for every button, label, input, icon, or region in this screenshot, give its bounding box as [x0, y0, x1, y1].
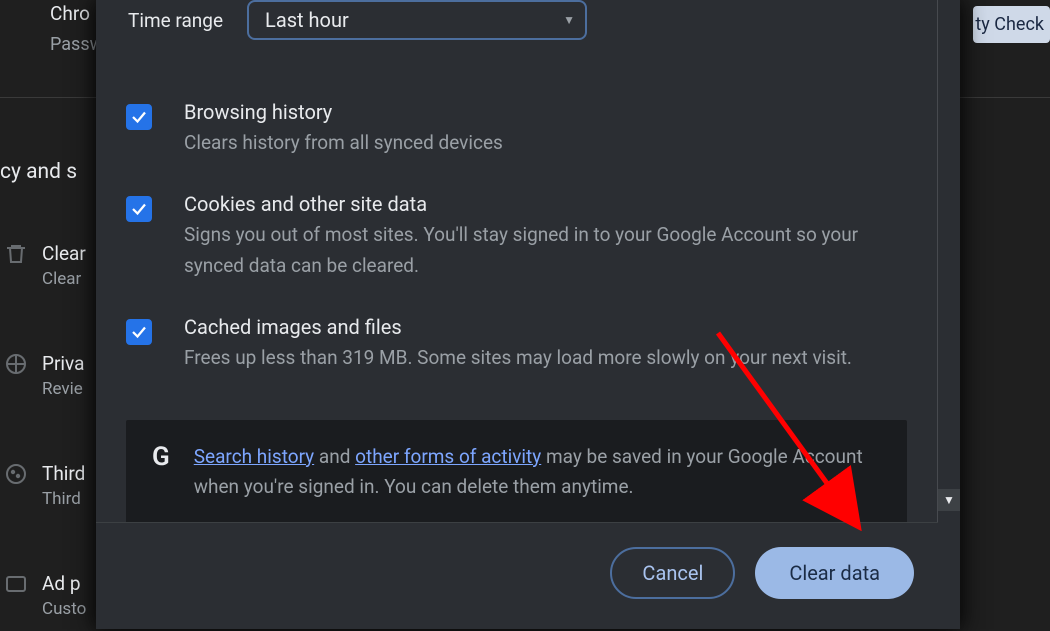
option-browsing-history: Browsing history Clears history from all… — [126, 100, 907, 158]
time-range-select[interactable]: Last hour ▼ — [247, 0, 587, 40]
bg-item-sub: Revie — [42, 379, 84, 399]
option-sub: Signs you out of most sites. You'll stay… — [184, 220, 904, 281]
option-sub: Clears history from all synced devices — [184, 128, 503, 158]
cookie-icon — [4, 462, 28, 486]
cancel-button[interactable]: Cancel — [610, 547, 735, 599]
bg-chrome-title: Chro — [50, 2, 90, 25]
bg-item-sub: Clear — [42, 269, 86, 289]
safety-check-chip[interactable]: ty Check — [973, 6, 1050, 43]
google-g-icon: G — [152, 444, 170, 470]
option-cookies: Cookies and other site data Signs you ou… — [126, 192, 907, 281]
option-title: Cached images and files — [184, 315, 852, 339]
checkbox-cached[interactable] — [126, 319, 152, 345]
checkbox-browsing-history[interactable] — [126, 104, 152, 130]
scrollbar-down-button[interactable]: ▼ — [938, 489, 960, 511]
bg-item-title[interactable]: Priva — [42, 352, 84, 375]
time-range-label: Time range — [128, 9, 223, 32]
option-cached: Cached images and files Frees up less th… — [126, 315, 907, 373]
clear-data-button[interactable]: Clear data — [755, 547, 914, 599]
checkbox-cookies[interactable] — [126, 196, 152, 222]
bg-item-sub: Third — [42, 489, 85, 509]
link-other-activity[interactable]: other forms of activity — [355, 445, 541, 468]
option-sub: Frees up less than 319 MB. Some sites ma… — [184, 343, 852, 373]
info-text: Search history and other forms of activi… — [194, 442, 881, 503]
time-range-row: Time range Last hour ▼ — [96, 0, 937, 50]
dialog-footer: Cancel Clear data — [96, 522, 938, 629]
time-range-value: Last hour — [265, 8, 349, 32]
trash-icon — [4, 242, 28, 266]
clear-browsing-data-dialog: Time range Last hour ▼ Browsing history … — [96, 0, 960, 629]
chevron-down-icon: ▼ — [943, 493, 955, 507]
bg-item-sub: Custo — [42, 599, 86, 619]
ad-icon — [4, 572, 28, 596]
dialog-body: Time range Last hour ▼ Browsing history … — [96, 0, 960, 629]
bg-item-title[interactable]: Ad p — [42, 572, 86, 595]
chevron-down-icon: ▼ — [563, 13, 575, 27]
shield-icon — [4, 352, 28, 376]
google-account-info-banner: G Search history and other forms of acti… — [126, 420, 907, 525]
option-title: Cookies and other site data — [184, 192, 904, 216]
link-search-history[interactable]: Search history — [194, 445, 314, 468]
option-title: Browsing history — [184, 100, 503, 124]
bg-item-title[interactable]: Clear — [42, 242, 86, 265]
bg-section-heading: cy and s — [0, 160, 77, 184]
bg-item-title[interactable]: Third — [42, 462, 85, 485]
